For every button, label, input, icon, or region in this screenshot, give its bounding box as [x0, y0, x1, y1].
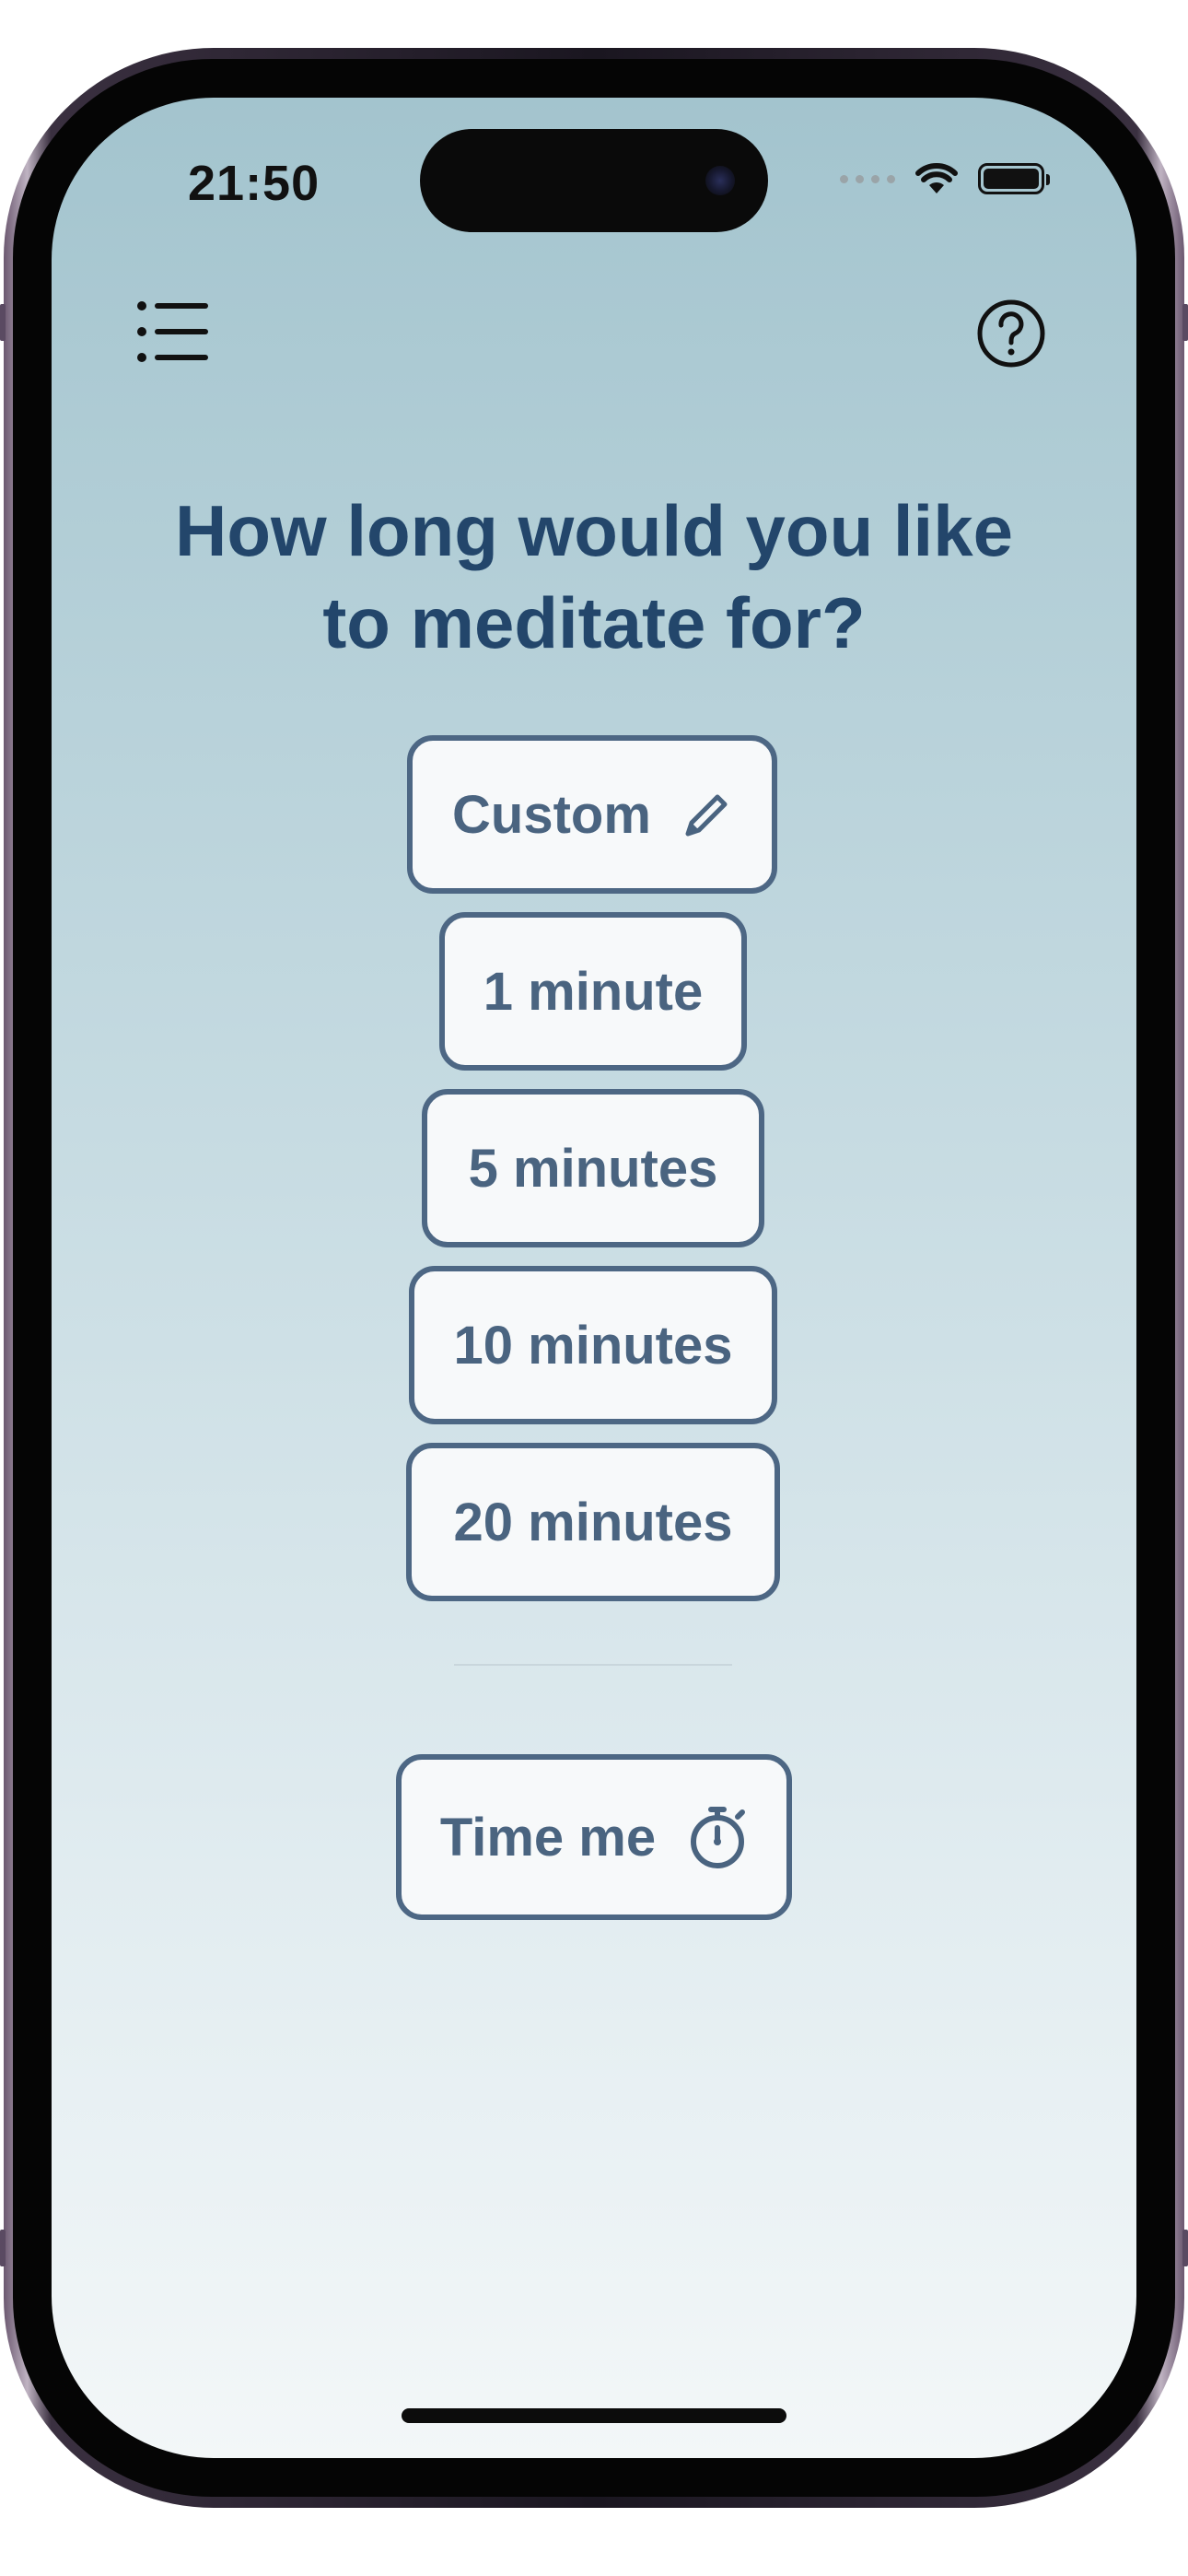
wifi-icon [915, 163, 958, 193]
time-me-label: Time me [439, 1807, 657, 1868]
front-camera [705, 166, 735, 195]
battery-icon [978, 163, 1050, 194]
page-title: How long would you like to meditate for? [52, 485, 1136, 669]
cellular-dots-icon [840, 174, 895, 183]
divider [454, 1664, 732, 1666]
status-icons [840, 162, 1050, 195]
title-line-2: to meditate for? [322, 582, 866, 663]
custom-label: Custom [452, 784, 651, 845]
side-button [1182, 304, 1188, 341]
twenty-minutes-label: 20 minutes [453, 1492, 733, 1552]
twenty-minutes-button[interactable]: 20 minutes [406, 1443, 780, 1601]
list-icon[interactable] [136, 300, 210, 363]
home-indicator[interactable] [402, 2408, 786, 2423]
phone-device: 21:50 How long would you like to meditat… [0, 0, 1188, 2576]
title-line-1: How long would you like [175, 490, 1013, 571]
custom-duration-button[interactable]: Custom [407, 735, 777, 894]
five-minutes-button[interactable]: 5 minutes [422, 1089, 764, 1247]
side-button [1182, 2230, 1188, 2266]
ten-minutes-button[interactable]: 10 minutes [409, 1266, 777, 1424]
ten-minutes-label: 10 minutes [453, 1315, 733, 1376]
dynamic-island [420, 129, 768, 232]
five-minutes-label: 5 minutes [468, 1138, 718, 1199]
question-circle-icon[interactable] [976, 299, 1046, 369]
time-me-button[interactable]: Time me [396, 1754, 792, 1920]
pencil-icon [685, 794, 728, 837]
side-button [0, 304, 6, 341]
stopwatch-icon [691, 1807, 746, 1868]
app-screen: 21:50 How long would you like to meditat… [52, 98, 1136, 2458]
side-button [0, 2230, 6, 2266]
status-time: 21:50 [188, 156, 320, 211]
one-minute-button[interactable]: 1 minute [439, 912, 747, 1071]
one-minute-label: 1 minute [483, 961, 704, 1022]
